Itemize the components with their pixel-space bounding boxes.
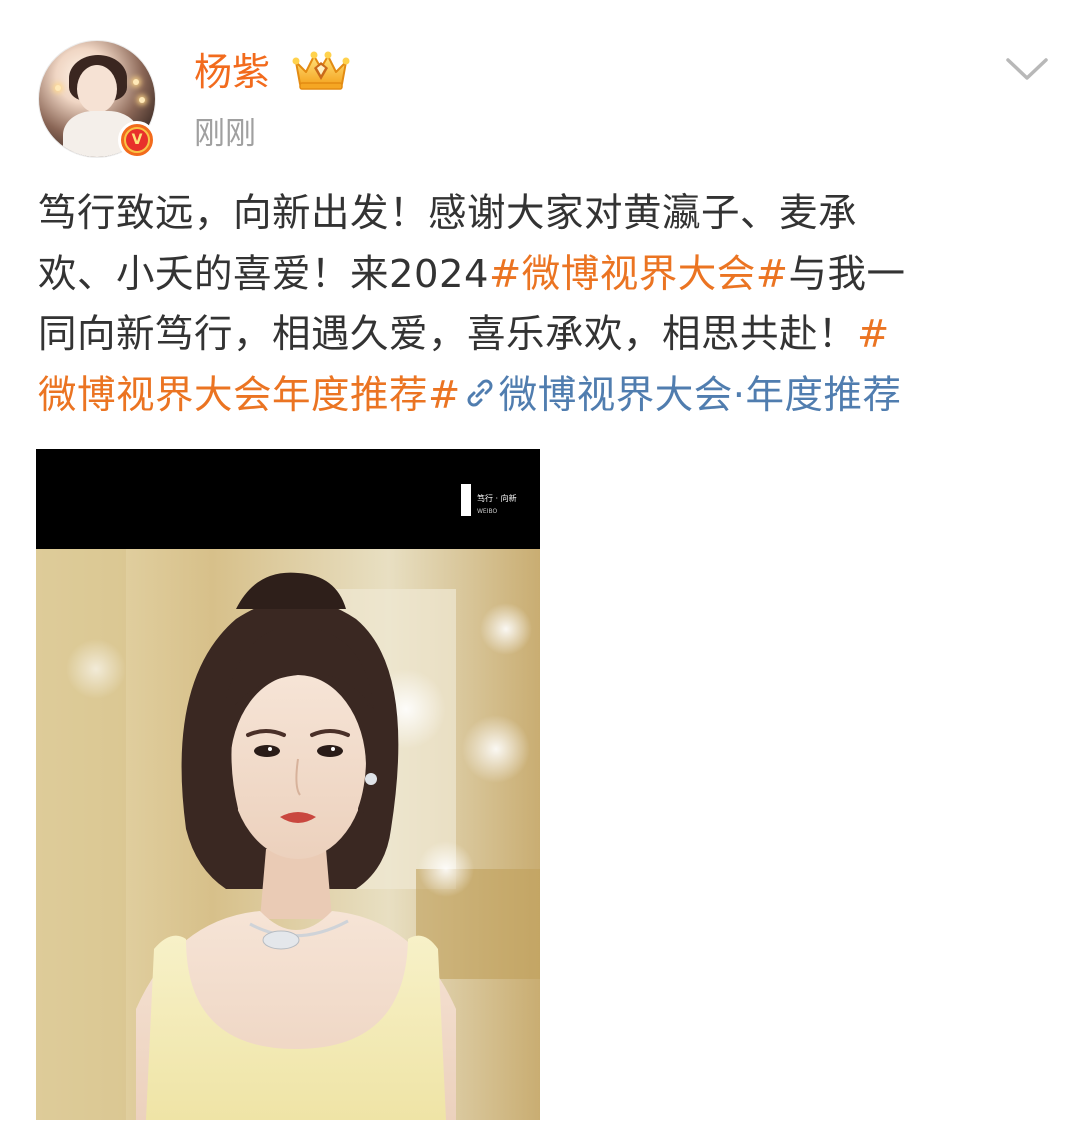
crown-vip-icon[interactable] [292, 50, 350, 92]
post-body-text: 笃行致远，向新出发！感谢大家对黄瀛子、麦承 欢、小夭的喜爱！来2024#微博视界… [38, 184, 1048, 426]
avatar-face [77, 65, 117, 113]
post-text-line: 笃行致远，向新出发！感谢大家对黄瀛子、麦承 [38, 184, 1048, 245]
watermark-line1: 笃行 · 向新 [477, 493, 517, 503]
post-text-segment: 笃行致远，向新出发！感谢大家对黄瀛子、麦承 [38, 191, 858, 236]
post-photo: 笃行 · 向新 WEIBO [36, 449, 540, 1120]
post-text-line: 同向新笃行，相遇久爱，喜乐承欢，相思共赴！# [38, 305, 1048, 366]
author-name[interactable]: 杨紫 [194, 46, 270, 98]
hashtag-weibo-vision-conference[interactable]: #微博视界大会# [489, 252, 789, 297]
watermark-line2: WEIBO [477, 508, 498, 515]
post-image[interactable]: 笃行 · 向新 WEIBO [36, 449, 540, 1120]
link-icon [467, 379, 493, 406]
hashtag-annual-recommendation[interactable]: 微博视界大会年度推荐# [38, 373, 461, 418]
post-text-line: 欢、小夭的喜爱！来2024#微博视界大会#与我一 [38, 245, 1048, 306]
post-timestamp: 刚刚 [194, 116, 256, 152]
post-text-line: 微博视界大会年度推荐# 微博视界大会·年度推荐 [38, 366, 1048, 427]
post-text-segment: 与我一 [788, 251, 906, 297]
link-label: 微博视界大会·年度推荐 [498, 372, 902, 418]
verified-badge-letter: V [124, 127, 150, 153]
author-avatar-container[interactable]: V [38, 40, 156, 159]
verified-badge-icon: V [118, 121, 156, 159]
post-text-segment: 同向新笃行，相遇久爱，喜乐承欢，相思共赴！ [38, 312, 858, 357]
post-text-segment: 欢、小夭的喜爱！来2024 [38, 251, 489, 297]
hashtag-annual-recommendation-start[interactable]: # [857, 312, 890, 357]
avatar-sparkle [55, 85, 61, 91]
chevron-down-icon[interactable] [1004, 54, 1050, 84]
avatar-sparkle [133, 79, 139, 85]
annual-recommendation-link[interactable]: 微博视界大会·年度推荐 [461, 373, 902, 418]
avatar-sparkle [139, 97, 145, 103]
